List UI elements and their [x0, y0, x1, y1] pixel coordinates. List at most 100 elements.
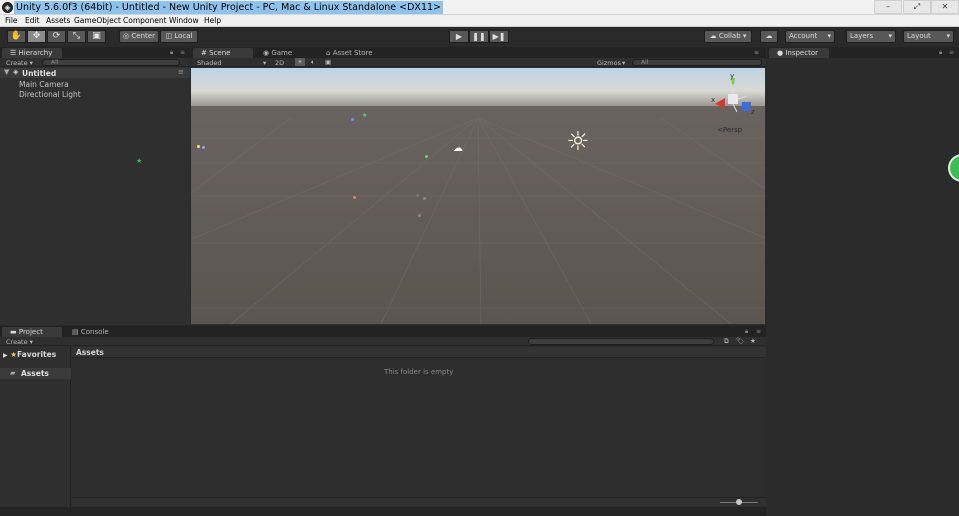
project-search-input[interactable] — [528, 338, 714, 345]
scene-viewport[interactable]: ☼ ☁ ★ y x z <Persp — [191, 68, 765, 324]
menu-help[interactable]: Help — [204, 15, 221, 27]
move-tool-icon[interactable]: ✥ — [27, 30, 46, 43]
collab-button[interactable]: ☁ Collab ▾ — [704, 30, 752, 43]
project-create-button[interactable]: Create ▾ — [6, 338, 33, 346]
projection-label[interactable]: <Persp — [717, 126, 742, 134]
audio-toggle-icon[interactable]: 🔈︎ — [311, 58, 315, 67]
expand-arrow-icon[interactable]: ▼ — [4, 68, 9, 76]
favorite-star-icon[interactable]: ★ — [750, 337, 756, 345]
hierarchy-search-input[interactable]: All — [42, 59, 180, 66]
icon-size-slider-thumb[interactable] — [736, 499, 742, 505]
hand-tool-icon[interactable]: ✋ — [7, 30, 26, 43]
menu-bar: File Edit Assets GameObject Component Wi… — [0, 15, 959, 27]
lock-icon[interactable]: 🔒︎ — [939, 49, 942, 57]
tab-asset-store[interactable]: ⌂ Asset Store — [318, 48, 382, 58]
assets-folder-row[interactable]: ▰ Assets — [0, 368, 71, 379]
account-label: Account — [789, 32, 818, 40]
tab-game[interactable]: ◉ Game — [255, 48, 315, 58]
directional-light-icon[interactable]: ☼ — [564, 128, 592, 156]
close-button[interactable]: ✕ — [931, 0, 959, 14]
layout-dropdown[interactable]: Layout ▾ — [903, 30, 954, 43]
menu-component[interactable]: Component — [123, 15, 167, 27]
pause-button[interactable]: ❚❚ — [469, 30, 489, 43]
restore-button[interactable]: ⤢ — [903, 0, 931, 14]
panel-menu-icon[interactable]: ≡ — [756, 328, 761, 335]
console-tab-label: Console — [80, 328, 109, 336]
rect-tool-icon[interactable]: ▣ — [87, 30, 106, 43]
play-button[interactable]: ▶ — [449, 30, 469, 43]
green-star-icon: ★ — [362, 112, 368, 119]
hierarchy-item-main-camera[interactable]: Main Camera — [19, 80, 69, 89]
point-gizmo — [197, 145, 200, 148]
tab-console[interactable]: ▤ Console — [64, 327, 124, 337]
panel-menu-icon[interactable]: ≡ — [180, 49, 185, 56]
lock-icon[interactable]: 🔒︎ — [745, 328, 748, 336]
dropdown-arrow-icon: ▾ — [888, 32, 892, 40]
project-subbar: Create ▾ ⧉ 🏷︎ ★ — [0, 337, 766, 346]
project-tab-label: Project — [18, 328, 43, 336]
space-label: Local — [174, 32, 193, 40]
layout-label: Layout — [907, 32, 931, 40]
panel-menu-icon[interactable]: ≡ — [949, 49, 954, 56]
favorites-label: Favorites — [16, 350, 57, 359]
effects-toggle-icon[interactable]: ▣ — [325, 58, 331, 66]
empty-folder-message: This folder is empty — [384, 368, 454, 376]
cloud-button[interactable]: ☁ — [760, 30, 778, 43]
step-button[interactable]: ▶❚ — [489, 30, 509, 43]
breadcrumb-assets[interactable]: Assets — [76, 348, 104, 357]
console-tab-icon: ▤ — [72, 328, 79, 336]
menu-window[interactable]: Window — [169, 15, 199, 27]
filter-type-icon[interactable]: ⧉ — [724, 337, 729, 346]
scene-tabstrip: # Scene ◉ Game ⌂ Asset Store ≡ — [191, 47, 766, 58]
pivot-local-button[interactable]: ◫ Local — [160, 30, 198, 43]
tab-project[interactable]: ▬ Project — [2, 327, 62, 337]
asset-store-tab-label: Asset Store — [332, 49, 373, 57]
gizmos-dropdown[interactable]: Gizmos — [597, 59, 621, 67]
collab-side-badge[interactable] — [948, 154, 959, 182]
shading-mode-dropdown[interactable]: Shaded — [197, 59, 221, 67]
tab-inspector[interactable]: ● Inspector — [769, 48, 829, 58]
camera-icon[interactable]: ☁ — [453, 144, 467, 154]
scene-menu-icon[interactable]: ≡ — [178, 68, 184, 76]
search-placeholder: All — [641, 59, 649, 66]
menu-assets[interactable]: Assets — [46, 15, 70, 27]
minimize-button[interactable]: – — [874, 0, 902, 14]
star-icon: ★ — [10, 350, 17, 359]
title-bar: ◈ Unity 5.6.0f3 (64bit) - Untitled - New… — [0, 0, 959, 15]
menu-edit[interactable]: Edit — [25, 15, 40, 27]
menu-file[interactable]: File — [5, 15, 18, 27]
menu-gameobject[interactable]: GameObject — [74, 15, 121, 27]
lighting-toggle-icon[interactable]: ☀ — [295, 58, 305, 66]
2d-toggle[interactable]: 2D — [275, 59, 284, 67]
tab-scene[interactable]: # Scene — [193, 48, 253, 58]
search-placeholder: All — [51, 59, 59, 66]
project-tabstrip: ▬ Project ▤ Console 🔒︎ ≡ — [0, 326, 766, 337]
tab-hierarchy[interactable]: ☰ Hierarchy — [2, 48, 62, 58]
hierarchy-tabstrip: ☰ Hierarchy 🔒︎ ≡ — [0, 47, 190, 58]
panel-menu-icon[interactable]: ≡ — [754, 49, 759, 56]
point-gizmo — [351, 118, 354, 121]
scene-tab-label: Scene — [209, 49, 231, 57]
scene-render — [191, 68, 765, 324]
layers-dropdown[interactable]: Layers ▾ — [846, 30, 896, 43]
collab-label: Collab ▾ — [718, 32, 747, 40]
scale-tool-icon[interactable]: ⤡ — [67, 30, 86, 43]
project-breadcrumb: Assets — [72, 347, 766, 358]
account-dropdown[interactable]: Account ▾ — [785, 30, 835, 43]
pivot-center-button[interactable]: ◎ Center — [119, 30, 159, 43]
asset-store-icon: ⌂ — [326, 49, 331, 57]
hierarchy-item-directional-light[interactable]: Directional Light — [19, 90, 81, 99]
scene-search-input[interactable]: All — [632, 59, 762, 66]
game-tab-label: Game — [271, 49, 293, 57]
rotate-tool-icon[interactable]: ⟳ — [47, 30, 66, 43]
filter-label-icon[interactable]: 🏷︎ — [736, 337, 744, 345]
scene-root-row[interactable]: ▼ ◈ Untitled ≡ — [0, 68, 190, 78]
collab-icon: ☁ — [709, 32, 717, 40]
orientation-gizmo[interactable]: y x z — [711, 72, 757, 122]
favorites-row[interactable]: ▶ ★Favorites — [3, 350, 56, 359]
lock-icon[interactable]: 🔒︎ — [170, 49, 173, 57]
info-icon: ● — [777, 49, 784, 57]
hierarchy-create-button[interactable]: Create ▾ — [6, 59, 33, 67]
inspector-panel: ● Inspector 🔒︎ ≡ — [767, 47, 959, 516]
project-tab-icon: ▬ — [10, 328, 17, 336]
